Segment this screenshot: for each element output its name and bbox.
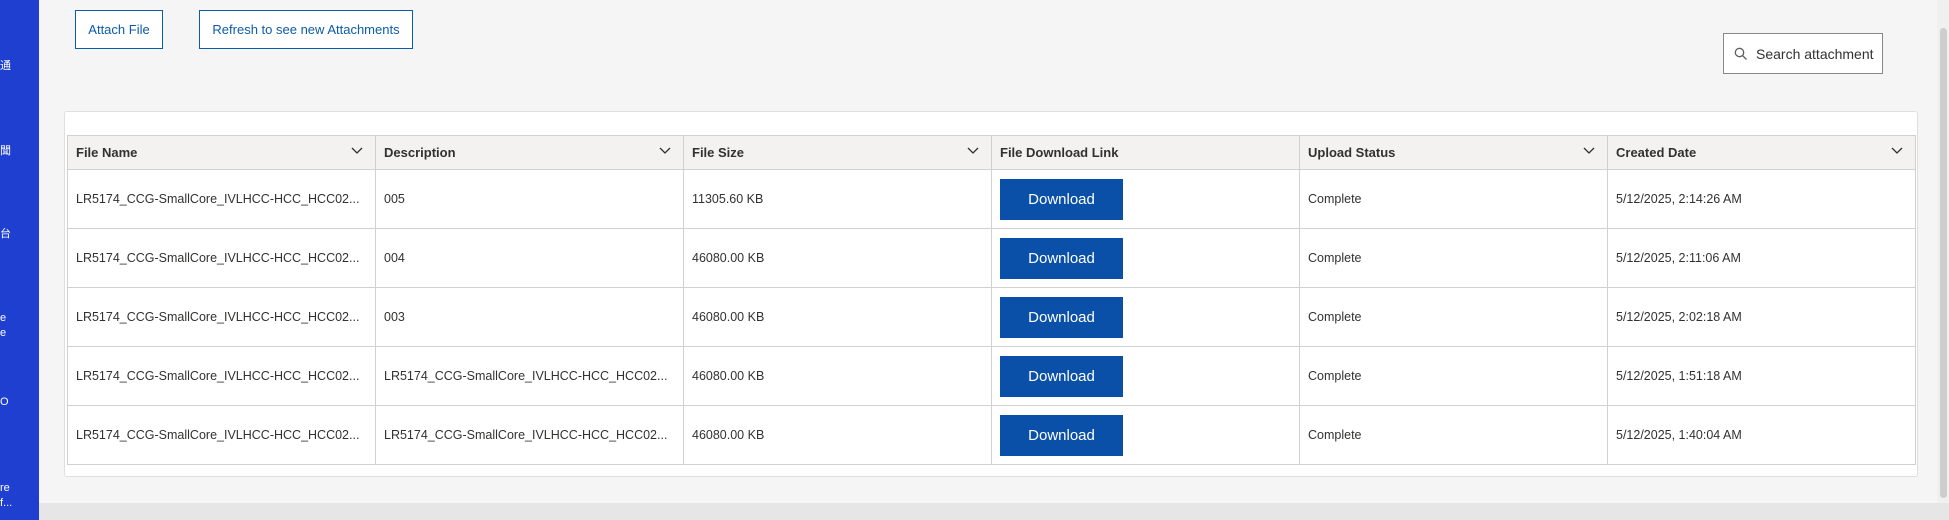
background-window-strip: 通 聞 台 e e O re f... bbox=[0, 0, 39, 520]
upload-status-cell: Complete bbox=[1299, 169, 1608, 229]
column-header-file-name[interactable]: File Name bbox=[67, 135, 376, 170]
download-button[interactable]: Download bbox=[1000, 355, 1123, 397]
table-row: LR5174_CCG-SmallCore_IVLHCC-HCC_HCC02...… bbox=[67, 346, 1916, 406]
file-name-cell: LR5174_CCG-SmallCore_IVLHCC-HCC_HCC02... bbox=[67, 405, 376, 465]
download-button[interactable]: Download bbox=[1000, 237, 1123, 279]
column-header-created-date[interactable]: Created Date bbox=[1607, 135, 1916, 170]
background-text-fragment: e bbox=[0, 327, 7, 339]
file-name-cell: LR5174_CCG-SmallCore_IVLHCC-HCC_HCC02... bbox=[67, 287, 376, 347]
table-row: LR5174_CCG-SmallCore_IVLHCC-HCC_HCC02...… bbox=[67, 405, 1916, 465]
background-text-fragment: 聞 bbox=[0, 145, 11, 157]
chevron-down-icon[interactable] bbox=[659, 147, 671, 155]
file-size-cell: 11305.60 KB bbox=[683, 169, 992, 229]
file-size-cell: 46080.00 KB bbox=[683, 346, 992, 406]
description-cell: LR5174_CCG-SmallCore_IVLHCC-HCC_HCC02... bbox=[375, 346, 684, 406]
file-name-cell: LR5174_CCG-SmallCore_IVLHCC-HCC_HCC02... bbox=[67, 169, 376, 229]
download-cell: Download bbox=[991, 228, 1300, 288]
file-size-cell: 46080.00 KB bbox=[683, 405, 992, 465]
download-cell: Download bbox=[991, 346, 1300, 406]
column-header-file-size[interactable]: File Size bbox=[683, 135, 992, 170]
chevron-down-icon[interactable] bbox=[351, 147, 363, 155]
download-cell: Download bbox=[991, 405, 1300, 465]
upload-status-cell: Complete bbox=[1299, 287, 1608, 347]
bottom-bar bbox=[39, 503, 1949, 520]
created-date-cell: 5/12/2025, 2:02:18 AM bbox=[1607, 287, 1916, 347]
description-cell: LR5174_CCG-SmallCore_IVLHCC-HCC_HCC02... bbox=[375, 405, 684, 465]
background-text-fragment: re bbox=[0, 482, 10, 494]
upload-status-cell: Complete bbox=[1299, 405, 1608, 465]
file-name-cell: LR5174_CCG-SmallCore_IVLHCC-HCC_HCC02... bbox=[67, 346, 376, 406]
column-header-download-link: File Download Link bbox=[991, 135, 1300, 170]
download-cell: Download bbox=[991, 287, 1300, 347]
created-date-cell: 5/12/2025, 2:14:26 AM bbox=[1607, 169, 1916, 229]
chevron-down-icon[interactable] bbox=[967, 147, 979, 155]
attachments-table: File Name Description File Size File Dow… bbox=[67, 135, 1916, 465]
background-text-fragment: 台 bbox=[0, 228, 11, 240]
created-date-cell: 5/12/2025, 1:51:18 AM bbox=[1607, 346, 1916, 406]
table-header-row: File Name Description File Size File Dow… bbox=[67, 135, 1916, 170]
vertical-scrollbar[interactable] bbox=[1937, 0, 1949, 503]
table-row: LR5174_CCG-SmallCore_IVLHCC-HCC_HCC02...… bbox=[67, 169, 1916, 229]
table-row: LR5174_CCG-SmallCore_IVLHCC-HCC_HCC02...… bbox=[67, 228, 1916, 288]
download-button[interactable]: Download bbox=[1000, 178, 1123, 220]
description-cell: 005 bbox=[375, 169, 684, 229]
background-text-fragment: O bbox=[0, 396, 9, 408]
file-name-cell: LR5174_CCG-SmallCore_IVLHCC-HCC_HCC02... bbox=[67, 228, 376, 288]
table-row: LR5174_CCG-SmallCore_IVLHCC-HCC_HCC02...… bbox=[67, 287, 1916, 347]
file-size-cell: 46080.00 KB bbox=[683, 228, 992, 288]
background-text-fragment: f... bbox=[0, 497, 13, 509]
search-input[interactable] bbox=[1756, 45, 1874, 62]
scrollbar-thumb[interactable] bbox=[1940, 28, 1947, 498]
column-header-upload-status[interactable]: Upload Status bbox=[1299, 135, 1608, 170]
background-text-fragment: 通 bbox=[0, 60, 11, 72]
attach-file-button[interactable]: Attach File bbox=[75, 10, 163, 49]
search-box[interactable] bbox=[1723, 33, 1883, 74]
chevron-down-icon[interactable] bbox=[1583, 147, 1595, 155]
file-size-cell: 46080.00 KB bbox=[683, 287, 992, 347]
upload-status-cell: Complete bbox=[1299, 228, 1608, 288]
download-button[interactable]: Download bbox=[1000, 414, 1123, 456]
chevron-down-icon[interactable] bbox=[1891, 147, 1903, 155]
description-cell: 004 bbox=[375, 228, 684, 288]
upload-status-cell: Complete bbox=[1299, 346, 1608, 406]
column-header-description[interactable]: Description bbox=[375, 135, 684, 170]
download-button[interactable]: Download bbox=[1000, 296, 1123, 338]
background-text-fragment: e bbox=[0, 312, 7, 324]
refresh-attachments-button[interactable]: Refresh to see new Attachments bbox=[199, 10, 413, 49]
created-date-cell: 5/12/2025, 2:11:06 AM bbox=[1607, 228, 1916, 288]
download-cell: Download bbox=[991, 169, 1300, 229]
attachments-panel: File Name Description File Size File Dow… bbox=[64, 111, 1918, 477]
created-date-cell: 5/12/2025, 1:40:04 AM bbox=[1607, 405, 1916, 465]
search-icon bbox=[1734, 47, 1747, 60]
description-cell: 003 bbox=[375, 287, 684, 347]
